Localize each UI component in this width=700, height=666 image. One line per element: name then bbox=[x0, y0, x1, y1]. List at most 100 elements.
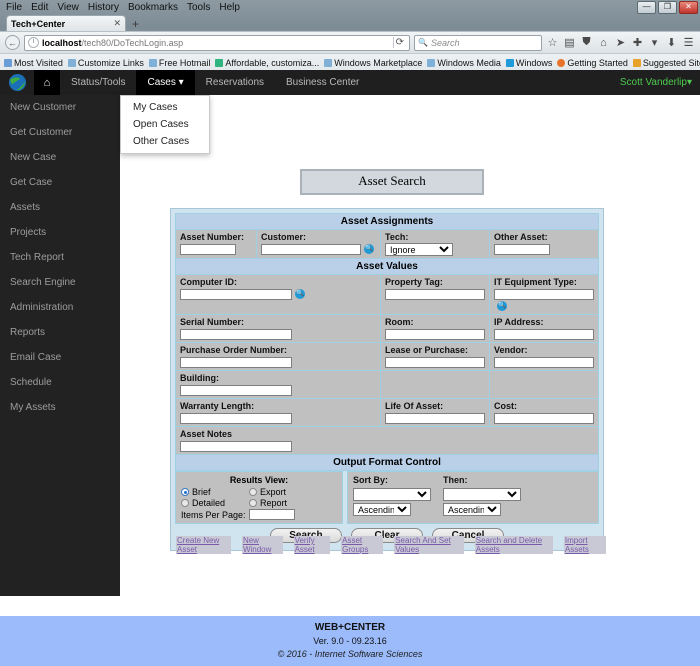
sidebar-item-search-engine[interactable]: Search Engine bbox=[0, 270, 120, 295]
asset-number-input[interactable] bbox=[180, 243, 236, 255]
close-window-button[interactable]: ✕ bbox=[679, 1, 698, 14]
bookmark-item[interactable]: Windows bbox=[505, 58, 552, 68]
menu-item-open-cases[interactable]: Open Cases bbox=[121, 116, 209, 133]
sidebar-item-my-assets[interactable]: My Assets bbox=[0, 395, 120, 420]
radio-icon[interactable] bbox=[181, 499, 189, 507]
bookmark-item[interactable]: Suggested Sites bbox=[632, 58, 700, 68]
home-icon[interactable]: ⌂ bbox=[597, 36, 610, 49]
radio-icon[interactable] bbox=[249, 488, 257, 496]
serial-number-input[interactable] bbox=[180, 328, 292, 340]
menu-icon[interactable]: ☰ bbox=[682, 36, 695, 49]
tech-select[interactable]: Ignore bbox=[384, 243, 453, 256]
nav-cases[interactable]: Cases ▾ bbox=[136, 70, 195, 95]
browser-search-bar[interactable]: 🔍 Search bbox=[414, 34, 542, 51]
browser-tab[interactable]: Tech+Center ✕ bbox=[6, 15, 126, 31]
search-icon[interactable]: 🔍 bbox=[295, 289, 305, 300]
property-tag-input[interactable] bbox=[384, 288, 485, 300]
sidebar-item-get-case[interactable]: Get Case bbox=[0, 170, 120, 195]
download-icon[interactable]: ⬇ bbox=[665, 36, 678, 49]
menu-view[interactable]: View bbox=[57, 2, 79, 13]
lease-or-purchase-input[interactable] bbox=[384, 356, 485, 368]
sidebar-item-new-case[interactable]: New Case bbox=[0, 145, 120, 170]
radio-icon[interactable] bbox=[181, 488, 189, 496]
sidebar-item-get-customer[interactable]: Get Customer bbox=[0, 120, 120, 145]
link-asset-groups[interactable]: Asset Groups bbox=[341, 536, 384, 554]
radio-export[interactable]: Export bbox=[249, 487, 317, 497]
cost-input[interactable] bbox=[494, 412, 594, 424]
radio-detailed[interactable]: Detailed bbox=[181, 498, 249, 508]
then-select[interactable] bbox=[443, 488, 521, 501]
warranty-length-input[interactable] bbox=[180, 412, 292, 424]
search-icon[interactable]: 🔍 bbox=[363, 244, 374, 255]
star-icon[interactable]: ☆ bbox=[546, 36, 559, 49]
sidebar-item-assets[interactable]: Assets bbox=[0, 195, 120, 220]
sidebar-item-new-customer[interactable]: New Customer bbox=[0, 95, 120, 120]
sidebar-item-reports[interactable]: Reports bbox=[0, 320, 120, 345]
sidebar-item-tech-report[interactable]: Tech Report bbox=[0, 245, 120, 270]
nav-status-tools[interactable]: Status/Tools bbox=[60, 70, 136, 95]
link-create-new-asset[interactable]: Create New Asset bbox=[176, 536, 231, 554]
bookmark-item[interactable]: Most Visited bbox=[4, 58, 63, 68]
send-icon[interactable]: ➤ bbox=[614, 36, 627, 49]
clipboard-icon[interactable]: ▤ bbox=[563, 36, 576, 49]
radio-icon[interactable] bbox=[249, 499, 257, 507]
items-per-page-input[interactable] bbox=[248, 509, 295, 520]
sidebar-item-email-case[interactable]: Email Case bbox=[0, 345, 120, 370]
link-search-and-delete-assets[interactable]: Search and Delete Assets bbox=[474, 536, 553, 554]
back-icon[interactable]: ← bbox=[5, 35, 20, 50]
it-equipment-type-input[interactable] bbox=[494, 288, 594, 300]
home-button[interactable]: ⌂ bbox=[34, 70, 60, 95]
sort-by-select[interactable] bbox=[353, 488, 431, 501]
menu-item-my-cases[interactable]: My Cases bbox=[121, 99, 209, 116]
menu-edit[interactable]: Edit bbox=[31, 2, 48, 13]
menu-bookmarks[interactable]: Bookmarks bbox=[128, 2, 178, 13]
nav-reservations[interactable]: Reservations bbox=[195, 70, 275, 95]
sidebar-item-projects[interactable]: Projects bbox=[0, 220, 120, 245]
sort-direction-2-select[interactable]: Ascending bbox=[443, 503, 501, 516]
user-menu[interactable]: Scott Vanderlip▾ bbox=[620, 70, 692, 95]
shield-icon[interactable]: ⛊ bbox=[580, 36, 593, 49]
life-of-asset-input[interactable] bbox=[384, 412, 485, 424]
ip-address-input[interactable] bbox=[494, 328, 594, 340]
sort-direction-1-select[interactable]: Ascending bbox=[353, 503, 411, 516]
room-input[interactable] bbox=[384, 328, 485, 340]
menu-history[interactable]: History bbox=[88, 2, 119, 13]
bookmark-item[interactable]: Free Hotmail bbox=[148, 58, 210, 68]
new-tab-icon[interactable]: + bbox=[132, 17, 139, 31]
building-input[interactable] bbox=[180, 384, 292, 396]
sidebar-item-administration[interactable]: Administration bbox=[0, 295, 120, 320]
sidebar-item-schedule[interactable]: Schedule bbox=[0, 370, 120, 395]
pocket-icon[interactable]: ✚ bbox=[631, 36, 644, 49]
computer-id-input[interactable] bbox=[180, 288, 292, 300]
link-import-assets[interactable]: Import Assets bbox=[563, 536, 606, 554]
minimize-button[interactable]: — bbox=[637, 1, 656, 14]
nav-business-center[interactable]: Business Center bbox=[275, 70, 370, 95]
globe-logo-icon[interactable] bbox=[0, 70, 34, 95]
other-asset-input[interactable] bbox=[494, 243, 550, 255]
chevron-down-icon[interactable]: ▾ bbox=[648, 36, 661, 49]
radio-brief[interactable]: Brief bbox=[181, 487, 249, 497]
site-identity-icon[interactable]: i bbox=[28, 37, 39, 48]
radio-report[interactable]: Report bbox=[249, 498, 317, 508]
menu-file[interactable]: File bbox=[6, 2, 22, 13]
vendor-input[interactable] bbox=[494, 356, 594, 368]
bookmark-item[interactable]: Affordable, customiza... bbox=[215, 58, 319, 68]
reload-icon[interactable]: ⟳ bbox=[392, 37, 406, 48]
bookmark-item[interactable]: Getting Started bbox=[557, 58, 628, 68]
purchase-order-number-input[interactable] bbox=[180, 356, 292, 368]
bookmark-item[interactable]: Windows Media bbox=[427, 58, 501, 68]
address-bar[interactable]: i localhost/tech80/DoTechLogin.asp ⟳ bbox=[24, 34, 410, 51]
menu-tools[interactable]: Tools bbox=[187, 2, 210, 13]
close-tab-icon[interactable]: ✕ bbox=[113, 18, 121, 29]
link-new-window[interactable]: New Window bbox=[241, 536, 283, 554]
bookmark-item[interactable]: Windows Marketplace bbox=[324, 58, 422, 68]
menu-help[interactable]: Help bbox=[219, 2, 240, 13]
bookmark-item[interactable]: Customize Links bbox=[67, 58, 144, 68]
search-icon[interactable]: 🔍 bbox=[497, 301, 507, 312]
link-verify-asset[interactable]: Verify Asset bbox=[293, 536, 331, 554]
link-search-and-set-values[interactable]: Search And Set Values bbox=[394, 536, 464, 554]
maximize-button[interactable]: ❐ bbox=[658, 1, 677, 14]
customer-input[interactable] bbox=[260, 243, 361, 255]
asset-notes-input[interactable] bbox=[180, 440, 292, 452]
menu-item-other-cases[interactable]: Other Cases bbox=[121, 133, 209, 150]
